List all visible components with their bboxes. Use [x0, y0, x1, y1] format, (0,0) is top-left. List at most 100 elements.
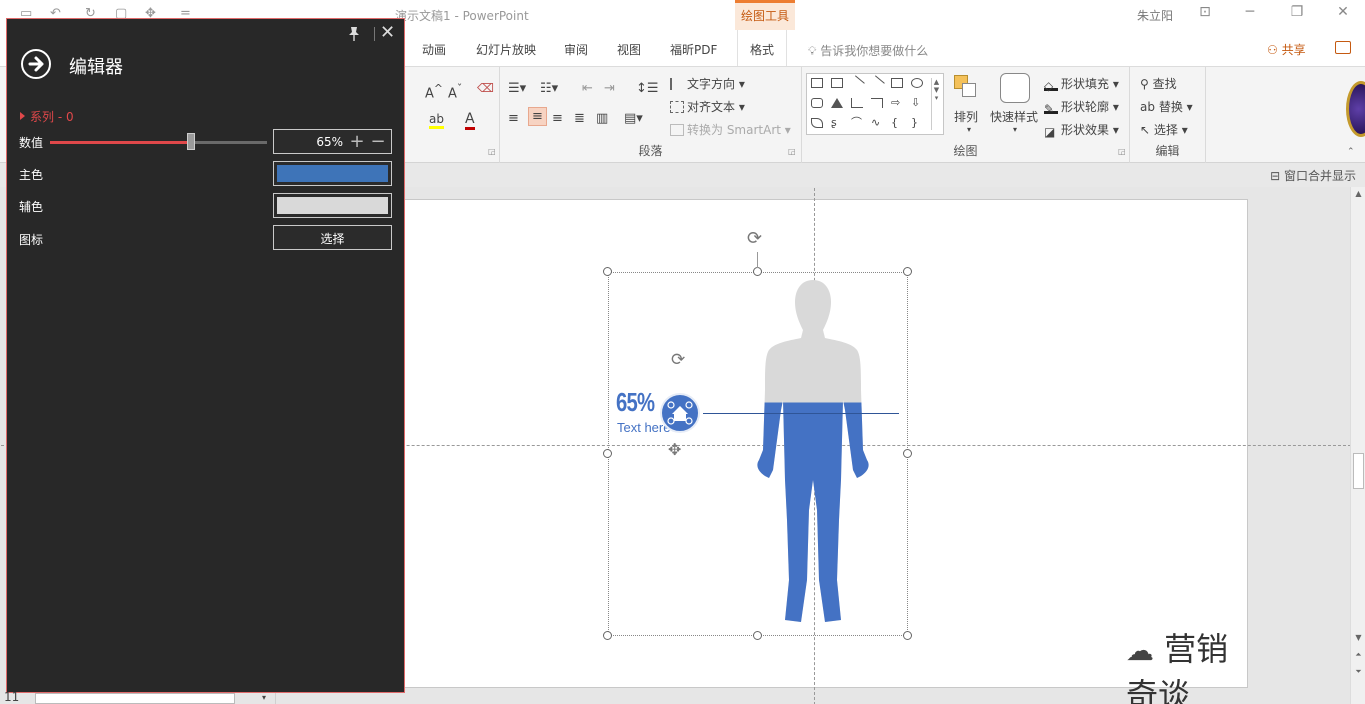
value-field[interactable]: 65% + − — [273, 129, 392, 154]
shapes-gallery[interactable]: ⇨ ⇩ ʂ ⌒ ∿ { } ▲ ▼ ▾ — [806, 73, 944, 135]
resize-handle-right[interactable] — [903, 449, 912, 458]
tab-view[interactable]: 视图 — [617, 41, 641, 58]
addin-orb-icon[interactable] — [1346, 81, 1365, 137]
resize-handle-left[interactable] — [603, 449, 612, 458]
quick-styles-button[interactable]: 快速样式 — [990, 108, 1038, 125]
close-window-button[interactable]: ✕ — [1333, 4, 1353, 24]
notes-scroll-area[interactable] — [35, 693, 235, 704]
quick-styles-icon[interactable] — [1000, 73, 1030, 103]
comment-icon[interactable] — [1335, 41, 1351, 54]
icon-select-button[interactable]: 选择 — [273, 225, 392, 250]
tab-foxit-pdf[interactable]: 福昕PDF — [670, 41, 717, 58]
shrink-font-icon[interactable]: Aˇ — [448, 82, 462, 101]
resize-handle-bottom-left[interactable] — [603, 631, 612, 640]
arc-shape-icon[interactable]: ⌒ — [851, 117, 863, 128]
resize-handle-top[interactable] — [753, 267, 762, 276]
tab-review[interactable]: 审阅 — [564, 41, 588, 58]
triangle-shape-icon[interactable] — [831, 98, 843, 108]
align-center-icon[interactable]: ≡ — [528, 107, 547, 126]
scroll-down-icon[interactable]: ▼ — [1353, 633, 1364, 644]
justify-icon[interactable]: ≣ — [574, 111, 585, 126]
secondary-color-picker[interactable] — [273, 193, 392, 218]
freeform-shape-icon[interactable] — [811, 118, 823, 128]
resize-handle-top-right[interactable] — [903, 267, 912, 276]
shape-fill-button[interactable]: ◇ 形状填充 ▾ — [1044, 75, 1119, 93]
line-shape-icon[interactable] — [849, 75, 865, 91]
tab-animations[interactable]: 动画 — [422, 41, 446, 58]
slide-canvas[interactable]: ⟳ 65% Text here ⟳ ✥ ☁︎ 营销奇谈 — [1, 188, 1351, 704]
series-expander[interactable]: 系列 - 0 — [20, 108, 74, 125]
arrange-icon[interactable] — [952, 73, 980, 103]
right-arrow-shape-icon[interactable]: ⇨ — [891, 97, 903, 108]
close-panel-icon[interactable]: ✕ — [380, 22, 395, 43]
scribble-shape-icon[interactable]: ʂ — [831, 117, 843, 128]
elbow-arrow-shape-icon[interactable] — [871, 98, 883, 108]
resize-handle-bottom[interactable] — [753, 631, 762, 640]
home-icon-badge[interactable] — [660, 393, 700, 433]
rounded-rect-shape-icon[interactable] — [811, 98, 823, 108]
value-input[interactable]: 65% — [316, 135, 343, 149]
font-dialog-launcher-icon[interactable]: ◲ — [488, 147, 496, 156]
icon-rotate-handle-icon[interactable]: ⟳ — [671, 350, 685, 370]
primary-color-picker[interactable] — [273, 161, 392, 186]
notes-dropdown-icon[interactable]: ▾ — [257, 693, 271, 704]
resize-handle-bottom-right[interactable] — [903, 631, 912, 640]
textbox-shape-icon[interactable] — [811, 78, 823, 88]
arrow-right-circle-icon[interactable] — [21, 49, 51, 79]
increment-icon[interactable]: + — [348, 130, 366, 153]
decrement-icon[interactable]: − — [369, 130, 387, 153]
oval-shape-icon[interactable] — [911, 78, 923, 88]
numbering-icon[interactable]: ☷▾ — [540, 81, 558, 96]
restore-button[interactable]: ❐ — [1287, 4, 1307, 24]
value-slider[interactable] — [50, 133, 267, 150]
shape-outline-button[interactable]: ✎ 形状轮廓 ▾ — [1044, 98, 1119, 116]
font-color-icon[interactable]: A — [465, 111, 475, 130]
rectangle-shape-icon[interactable] — [891, 78, 903, 88]
align-text-button[interactable]: 对齐文本 ▾ — [670, 98, 745, 115]
scroll-up-icon[interactable]: ▲ — [1353, 189, 1364, 200]
left-brace-shape-icon[interactable]: { — [891, 117, 903, 128]
previous-slide-icon[interactable]: ⏶ — [1353, 650, 1364, 661]
minimize-button[interactable]: ─ — [1240, 4, 1260, 24]
rotate-handle-icon[interactable]: ⟳ — [747, 228, 762, 249]
vertical-scrollbar[interactable]: ▲ ▼ ⏶ ⏷ — [1350, 187, 1365, 704]
vertical-textbox-shape-icon[interactable] — [831, 78, 843, 88]
elbow-connector-shape-icon[interactable] — [851, 98, 863, 108]
collapse-ribbon-icon[interactable]: ⌃ — [1347, 147, 1355, 157]
decrease-indent-icon[interactable]: ⇤ — [582, 81, 593, 96]
convert-smartart-button[interactable]: 转换为 SmartArt ▾ — [670, 121, 791, 138]
align-left-icon[interactable]: ≡ — [508, 111, 519, 126]
resize-handle-top-left[interactable] — [603, 267, 612, 276]
gallery-scroll-icon[interactable]: ▲ ▼ ▾ — [931, 78, 941, 130]
align-right-icon[interactable]: ≡ — [552, 111, 563, 126]
drawing-dialog-launcher-icon[interactable]: ◲ — [1118, 147, 1126, 156]
tab-slideshow[interactable]: 幻灯片放映 — [476, 41, 536, 58]
find-button[interactable]: ⚲ 查找 — [1140, 75, 1177, 92]
bullets-icon[interactable]: ☰▾ — [508, 81, 526, 96]
highlight-icon[interactable]: ab — [429, 112, 444, 129]
increase-indent-icon[interactable]: ⇥ — [604, 81, 615, 96]
tell-me-search[interactable]: 💡︎ 告诉我你想要做什么 — [808, 42, 928, 59]
text-direction-button[interactable]: 文字方向 ▾ — [670, 75, 745, 92]
arrow-line-shape-icon[interactable] — [869, 75, 885, 91]
primary-color-swatch[interactable] — [277, 165, 388, 182]
curve-shape-icon[interactable]: ∿ — [871, 117, 883, 128]
percentage-label[interactable]: 65% — [616, 387, 655, 418]
columns-icon[interactable]: ▤▾ — [624, 111, 643, 126]
down-arrow-shape-icon[interactable]: ⇩ — [911, 97, 923, 108]
secondary-color-swatch[interactable] — [277, 197, 388, 214]
human-figure[interactable] — [743, 280, 883, 630]
paragraph-dialog-launcher-icon[interactable]: ◲ — [788, 147, 796, 156]
pin-icon[interactable] — [347, 26, 361, 42]
share-button[interactable]: ⚇ 共享 — [1267, 41, 1306, 58]
arrange-button[interactable]: 排列 — [954, 108, 978, 125]
line-spacing-icon[interactable]: ↕☰ — [636, 81, 659, 96]
scroll-thumb[interactable] — [1353, 453, 1364, 489]
right-brace-shape-icon[interactable]: } — [911, 117, 923, 128]
replace-button[interactable]: ab 替换 ▾ — [1140, 98, 1193, 115]
distributed-icon[interactable]: ▥ — [596, 111, 608, 126]
next-slide-icon[interactable]: ⏷ — [1353, 667, 1364, 678]
shape-effects-button[interactable]: ◪ 形状效果 ▾ — [1044, 121, 1119, 139]
select-button[interactable]: ↖ 选择 ▾ — [1140, 121, 1188, 138]
ribbon-display-options-icon[interactable]: ⊡ — [1195, 4, 1215, 24]
